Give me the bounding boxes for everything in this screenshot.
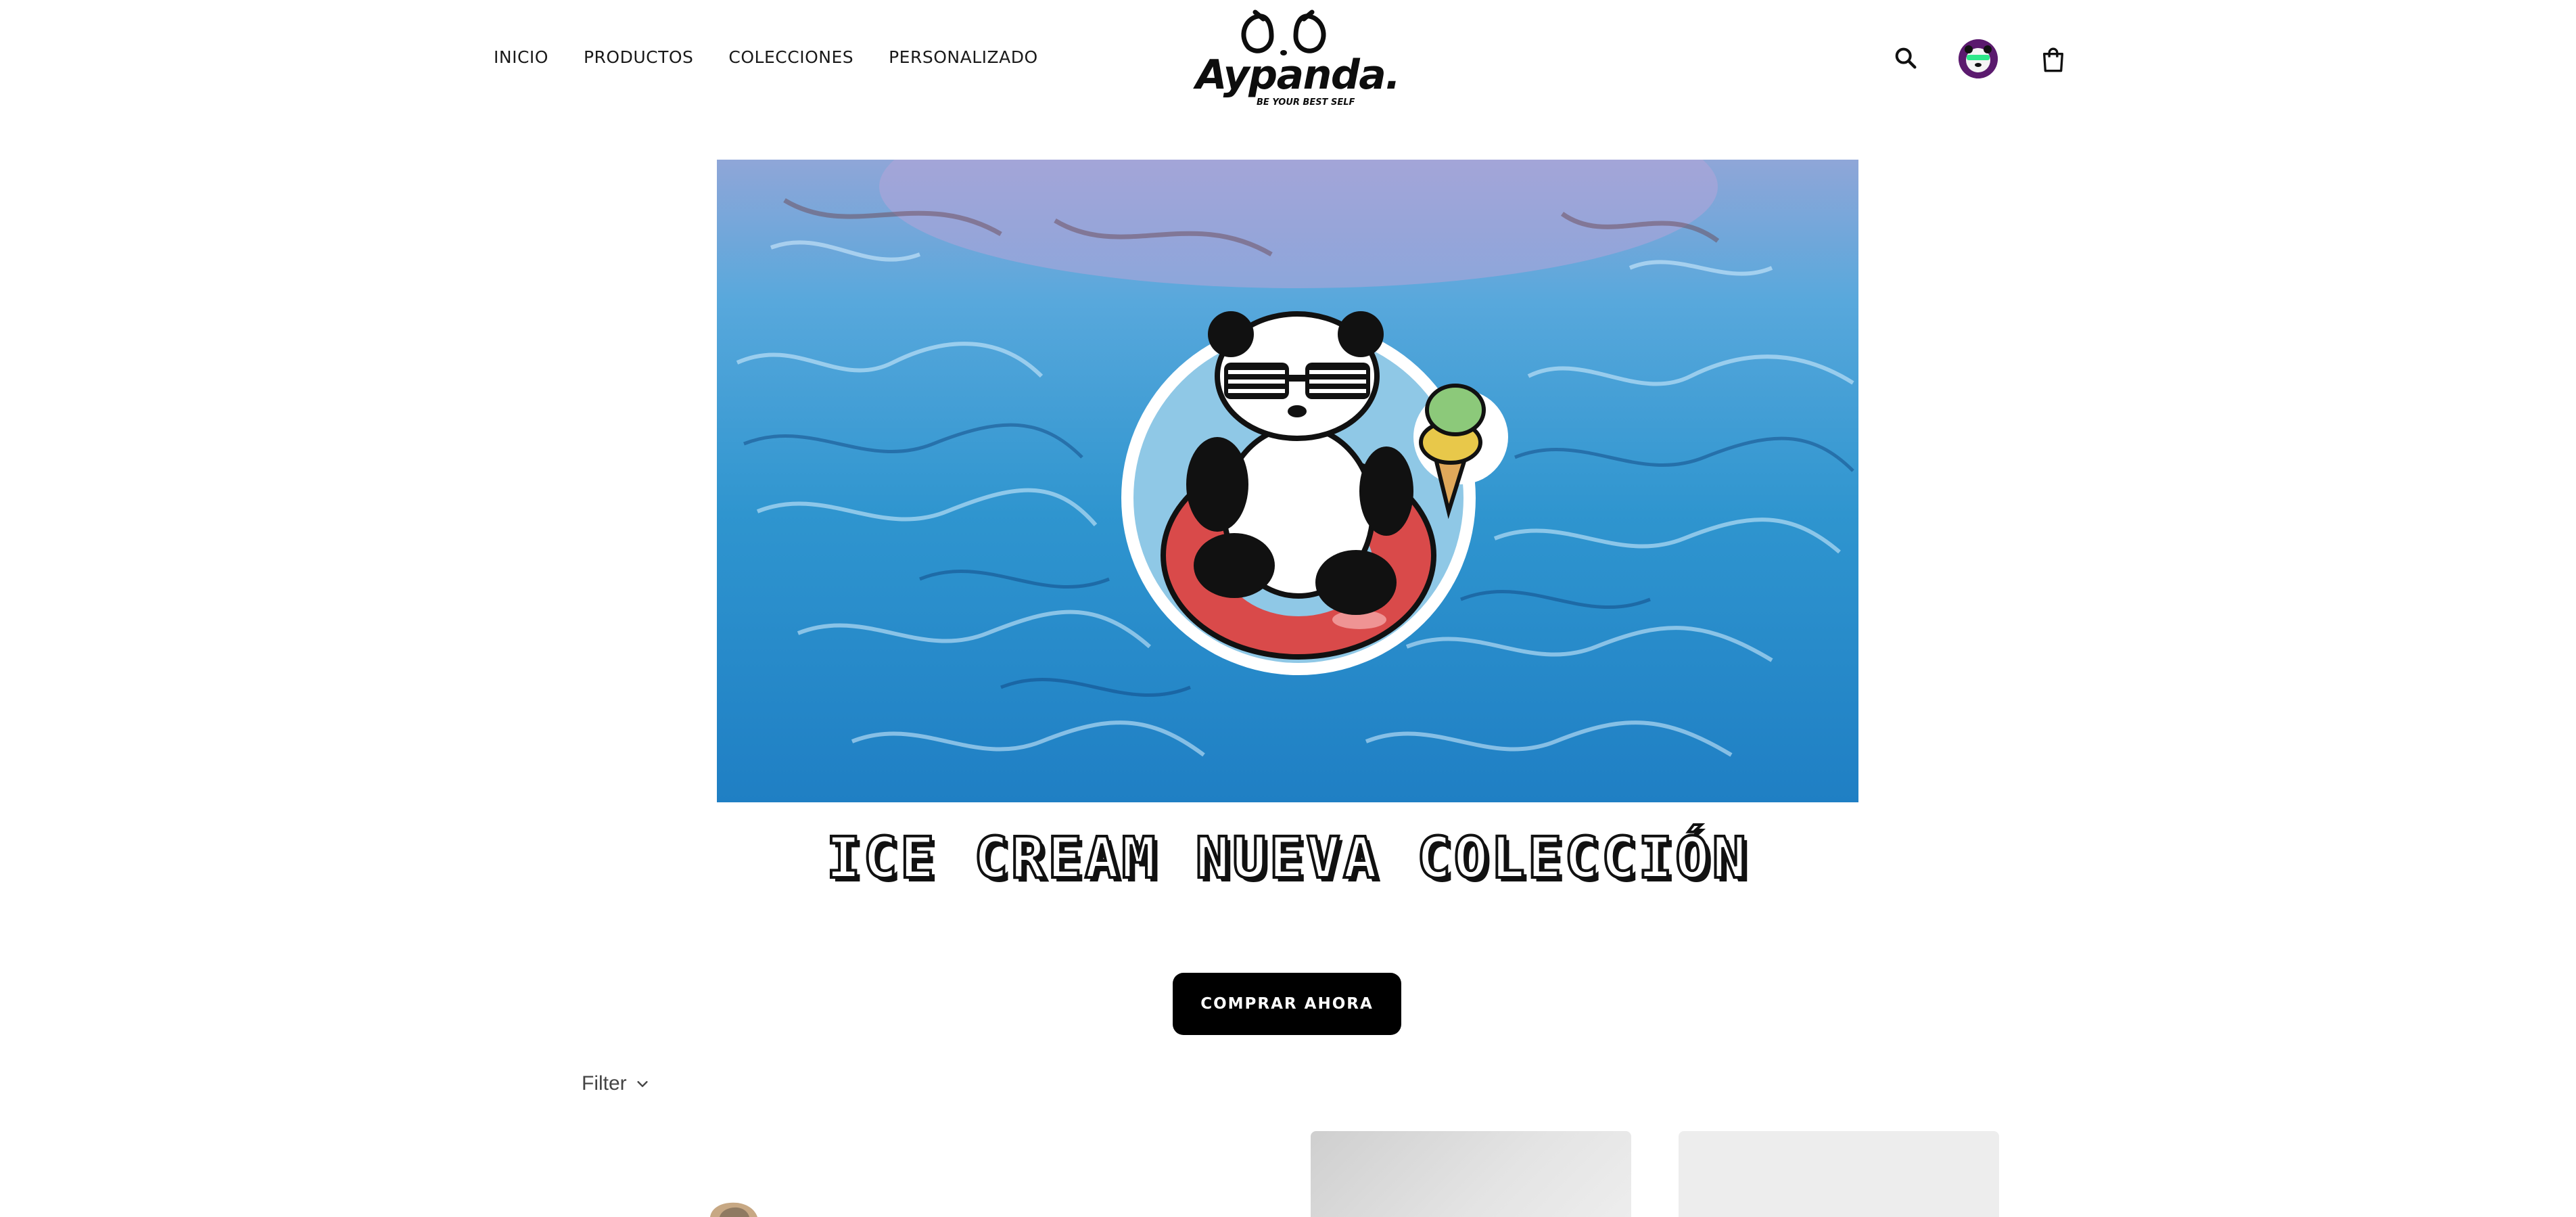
nav-item-productos[interactable]: PRODUCTOS [584,47,693,67]
account-avatar[interactable] [1959,39,1998,78]
product-card-image[interactable] [1311,1131,1631,1217]
logo-wordmark: Aypanda. [1196,51,1401,99]
filter-toggle[interactable]: Filter [582,1072,650,1095]
cart-icon [2043,47,2063,72]
nav-item-personalizado[interactable]: PERSONALIZADO [889,47,1038,67]
panda-avatar-icon [1959,39,1998,78]
site-header: INICIO PRODUCTOS COLECCIONES PERSONALIZA… [0,0,2576,129]
pool-water-illustration [717,160,1858,802]
nav-item-colecciones[interactable]: COLECCIONES [728,47,853,67]
hero-title: ICE CREAM NUEVA COLECCIÓN [825,825,1750,891]
search-button[interactable] [1892,45,1919,72]
panda-eyes-logo-mark [1241,9,1326,55]
nav-item-inicio[interactable]: INICIO [494,47,548,67]
cart-button[interactable] [2040,45,2067,74]
search-icon [1895,47,1917,69]
chevron-down-icon [637,1081,648,1087]
filter-label: Filter [582,1072,627,1095]
product-card-image[interactable] [1679,1131,1999,1217]
main-nav: INICIO PRODUCTOS COLECCIONES PERSONALIZA… [494,47,1038,67]
logo-tagline: BE YOUR BEST SELF [1257,97,1355,108]
product-image-partial[interactable] [703,1197,764,1217]
shop-now-button[interactable]: COMPRAR AHORA [1173,973,1401,1035]
hero-banner-image[interactable] [717,160,1858,802]
header-actions [1887,35,2083,83]
site-logo[interactable]: Aypanda. BE YOUR BEST SELF [1190,9,1401,108]
